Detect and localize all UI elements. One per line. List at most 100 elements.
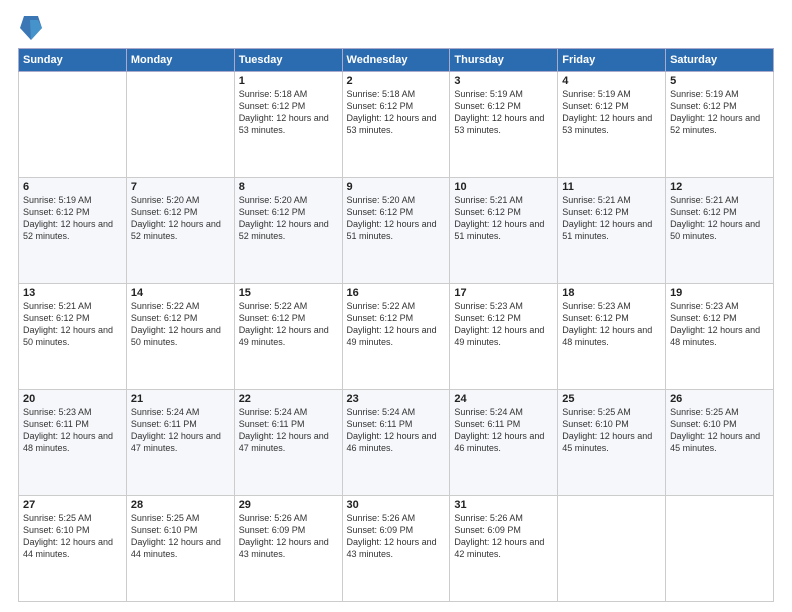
calendar-cell: 27Sunrise: 5:25 AM Sunset: 6:10 PM Dayli… <box>19 496 127 602</box>
calendar-cell: 31Sunrise: 5:26 AM Sunset: 6:09 PM Dayli… <box>450 496 558 602</box>
calendar-cell: 11Sunrise: 5:21 AM Sunset: 6:12 PM Dayli… <box>558 178 666 284</box>
day-info: Sunrise: 5:18 AM Sunset: 6:12 PM Dayligh… <box>347 88 446 137</box>
day-info: Sunrise: 5:26 AM Sunset: 6:09 PM Dayligh… <box>454 512 553 561</box>
calendar-cell: 15Sunrise: 5:22 AM Sunset: 6:12 PM Dayli… <box>234 284 342 390</box>
calendar-header-thursday: Thursday <box>450 49 558 72</box>
day-info: Sunrise: 5:25 AM Sunset: 6:10 PM Dayligh… <box>131 512 230 561</box>
calendar-cell: 25Sunrise: 5:25 AM Sunset: 6:10 PM Dayli… <box>558 390 666 496</box>
day-info: Sunrise: 5:23 AM Sunset: 6:12 PM Dayligh… <box>454 300 553 349</box>
day-info: Sunrise: 5:24 AM Sunset: 6:11 PM Dayligh… <box>454 406 553 455</box>
day-info: Sunrise: 5:22 AM Sunset: 6:12 PM Dayligh… <box>131 300 230 349</box>
calendar-cell: 3Sunrise: 5:19 AM Sunset: 6:12 PM Daylig… <box>450 72 558 178</box>
calendar-cell: 12Sunrise: 5:21 AM Sunset: 6:12 PM Dayli… <box>666 178 774 284</box>
calendar-header-friday: Friday <box>558 49 666 72</box>
day-info: Sunrise: 5:20 AM Sunset: 6:12 PM Dayligh… <box>347 194 446 243</box>
day-info: Sunrise: 5:23 AM Sunset: 6:11 PM Dayligh… <box>23 406 122 455</box>
calendar-cell: 23Sunrise: 5:24 AM Sunset: 6:11 PM Dayli… <box>342 390 450 496</box>
day-number: 5 <box>670 75 769 87</box>
day-info: Sunrise: 5:19 AM Sunset: 6:12 PM Dayligh… <box>562 88 661 137</box>
calendar-cell <box>558 496 666 602</box>
calendar-week-row: 13Sunrise: 5:21 AM Sunset: 6:12 PM Dayli… <box>19 284 774 390</box>
day-number: 31 <box>454 499 553 511</box>
day-info: Sunrise: 5:21 AM Sunset: 6:12 PM Dayligh… <box>23 300 122 349</box>
day-info: Sunrise: 5:24 AM Sunset: 6:11 PM Dayligh… <box>239 406 338 455</box>
calendar-cell: 2Sunrise: 5:18 AM Sunset: 6:12 PM Daylig… <box>342 72 450 178</box>
day-info: Sunrise: 5:20 AM Sunset: 6:12 PM Dayligh… <box>131 194 230 243</box>
day-info: Sunrise: 5:25 AM Sunset: 6:10 PM Dayligh… <box>23 512 122 561</box>
day-info: Sunrise: 5:24 AM Sunset: 6:11 PM Dayligh… <box>131 406 230 455</box>
day-number: 3 <box>454 75 553 87</box>
day-number: 12 <box>670 181 769 193</box>
day-number: 24 <box>454 393 553 405</box>
calendar-week-row: 27Sunrise: 5:25 AM Sunset: 6:10 PM Dayli… <box>19 496 774 602</box>
day-number: 7 <box>131 181 230 193</box>
calendar-cell: 5Sunrise: 5:19 AM Sunset: 6:12 PM Daylig… <box>666 72 774 178</box>
calendar-week-row: 1Sunrise: 5:18 AM Sunset: 6:12 PM Daylig… <box>19 72 774 178</box>
day-number: 19 <box>670 287 769 299</box>
calendar-cell: 7Sunrise: 5:20 AM Sunset: 6:12 PM Daylig… <box>126 178 234 284</box>
day-number: 1 <box>239 75 338 87</box>
day-number: 18 <box>562 287 661 299</box>
calendar-cell: 24Sunrise: 5:24 AM Sunset: 6:11 PM Dayli… <box>450 390 558 496</box>
day-number: 27 <box>23 499 122 511</box>
day-info: Sunrise: 5:19 AM Sunset: 6:12 PM Dayligh… <box>23 194 122 243</box>
calendar-cell: 10Sunrise: 5:21 AM Sunset: 6:12 PM Dayli… <box>450 178 558 284</box>
day-number: 2 <box>347 75 446 87</box>
calendar-week-row: 20Sunrise: 5:23 AM Sunset: 6:11 PM Dayli… <box>19 390 774 496</box>
day-number: 8 <box>239 181 338 193</box>
calendar-cell <box>19 72 127 178</box>
day-info: Sunrise: 5:21 AM Sunset: 6:12 PM Dayligh… <box>454 194 553 243</box>
calendar-cell <box>126 72 234 178</box>
calendar-cell: 1Sunrise: 5:18 AM Sunset: 6:12 PM Daylig… <box>234 72 342 178</box>
calendar-header-monday: Monday <box>126 49 234 72</box>
calendar-cell: 9Sunrise: 5:20 AM Sunset: 6:12 PM Daylig… <box>342 178 450 284</box>
day-number: 26 <box>670 393 769 405</box>
day-number: 25 <box>562 393 661 405</box>
calendar-table: SundayMondayTuesdayWednesdayThursdayFrid… <box>18 48 774 602</box>
header <box>18 10 774 42</box>
day-info: Sunrise: 5:19 AM Sunset: 6:12 PM Dayligh… <box>454 88 553 137</box>
day-info: Sunrise: 5:26 AM Sunset: 6:09 PM Dayligh… <box>239 512 338 561</box>
day-number: 20 <box>23 393 122 405</box>
day-info: Sunrise: 5:26 AM Sunset: 6:09 PM Dayligh… <box>347 512 446 561</box>
logo-icon <box>20 14 42 42</box>
day-info: Sunrise: 5:21 AM Sunset: 6:12 PM Dayligh… <box>562 194 661 243</box>
calendar-cell: 13Sunrise: 5:21 AM Sunset: 6:12 PM Dayli… <box>19 284 127 390</box>
day-info: Sunrise: 5:24 AM Sunset: 6:11 PM Dayligh… <box>347 406 446 455</box>
calendar-cell: 17Sunrise: 5:23 AM Sunset: 6:12 PM Dayli… <box>450 284 558 390</box>
day-number: 14 <box>131 287 230 299</box>
calendar-header-sunday: Sunday <box>19 49 127 72</box>
day-info: Sunrise: 5:20 AM Sunset: 6:12 PM Dayligh… <box>239 194 338 243</box>
day-number: 29 <box>239 499 338 511</box>
day-info: Sunrise: 5:22 AM Sunset: 6:12 PM Dayligh… <box>347 300 446 349</box>
day-info: Sunrise: 5:18 AM Sunset: 6:12 PM Dayligh… <box>239 88 338 137</box>
day-info: Sunrise: 5:22 AM Sunset: 6:12 PM Dayligh… <box>239 300 338 349</box>
day-number: 21 <box>131 393 230 405</box>
day-number: 13 <box>23 287 122 299</box>
day-number: 28 <box>131 499 230 511</box>
calendar-cell: 19Sunrise: 5:23 AM Sunset: 6:12 PM Dayli… <box>666 284 774 390</box>
day-number: 15 <box>239 287 338 299</box>
day-number: 4 <box>562 75 661 87</box>
calendar-header-wednesday: Wednesday <box>342 49 450 72</box>
calendar-cell: 21Sunrise: 5:24 AM Sunset: 6:11 PM Dayli… <box>126 390 234 496</box>
day-number: 6 <box>23 181 122 193</box>
calendar-cell: 26Sunrise: 5:25 AM Sunset: 6:10 PM Dayli… <box>666 390 774 496</box>
day-number: 22 <box>239 393 338 405</box>
calendar-cell: 20Sunrise: 5:23 AM Sunset: 6:11 PM Dayli… <box>19 390 127 496</box>
calendar-cell: 22Sunrise: 5:24 AM Sunset: 6:11 PM Dayli… <box>234 390 342 496</box>
day-number: 16 <box>347 287 446 299</box>
day-info: Sunrise: 5:25 AM Sunset: 6:10 PM Dayligh… <box>670 406 769 455</box>
day-info: Sunrise: 5:21 AM Sunset: 6:12 PM Dayligh… <box>670 194 769 243</box>
calendar-cell: 28Sunrise: 5:25 AM Sunset: 6:10 PM Dayli… <box>126 496 234 602</box>
day-number: 9 <box>347 181 446 193</box>
day-info: Sunrise: 5:25 AM Sunset: 6:10 PM Dayligh… <box>562 406 661 455</box>
calendar-cell: 6Sunrise: 5:19 AM Sunset: 6:12 PM Daylig… <box>19 178 127 284</box>
calendar-cell: 8Sunrise: 5:20 AM Sunset: 6:12 PM Daylig… <box>234 178 342 284</box>
calendar-cell: 16Sunrise: 5:22 AM Sunset: 6:12 PM Dayli… <box>342 284 450 390</box>
calendar-week-row: 6Sunrise: 5:19 AM Sunset: 6:12 PM Daylig… <box>19 178 774 284</box>
logo <box>18 14 42 42</box>
day-info: Sunrise: 5:23 AM Sunset: 6:12 PM Dayligh… <box>562 300 661 349</box>
day-number: 23 <box>347 393 446 405</box>
calendar-cell: 4Sunrise: 5:19 AM Sunset: 6:12 PM Daylig… <box>558 72 666 178</box>
